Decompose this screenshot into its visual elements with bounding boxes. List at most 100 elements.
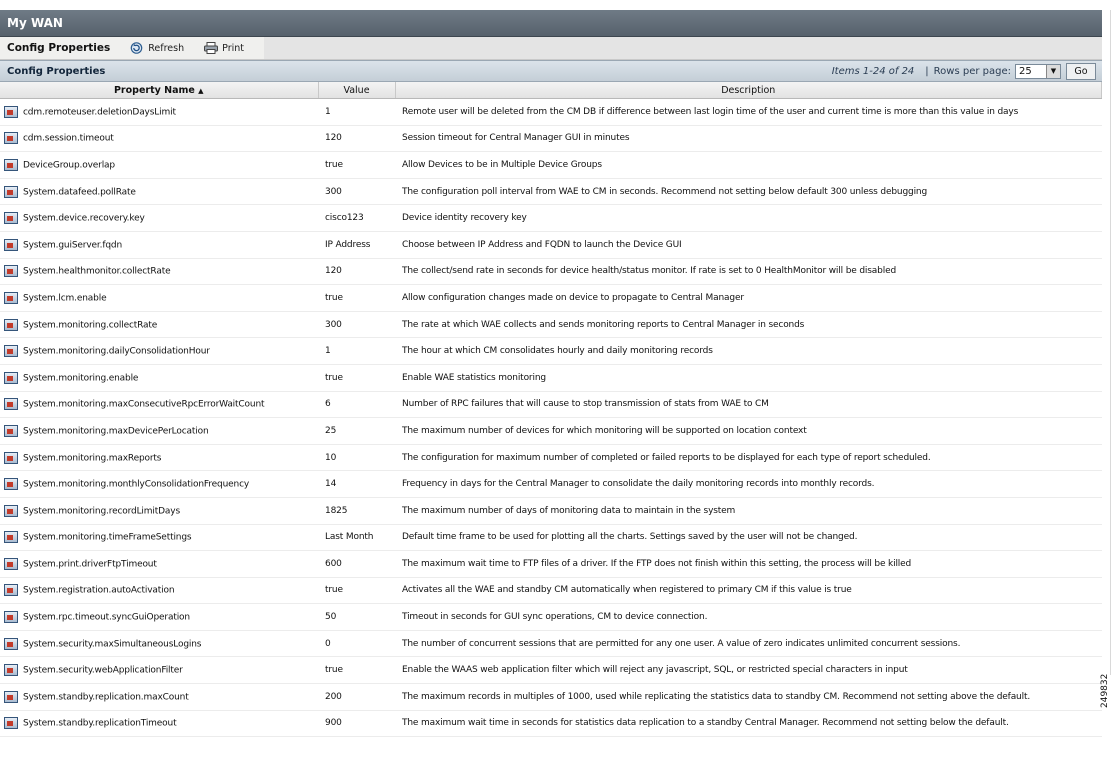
chevron-down-icon[interactable]: ▼ <box>1046 64 1060 78</box>
property-name-cell[interactable]: System.monitoring.dailyConsolidationHour <box>0 337 318 365</box>
property-name: System.standby.replicationTimeout <box>23 718 177 729</box>
table-row[interactable]: DeviceGroup.overlap true Allow Devices to … <box>0 151 1102 179</box>
property-name-cell[interactable]: System.print.driverFtpTimeout <box>0 550 318 578</box>
property-name: System.monitoring.collectRate <box>23 320 158 331</box>
table-row[interactable]: System.datafeed.pollRate 300 The configura… <box>0 178 1102 206</box>
property-icon[interactable] <box>4 584 18 597</box>
column-header-description[interactable]: Description <box>395 82 1102 99</box>
property-icon[interactable] <box>4 132 18 145</box>
column-header-value[interactable]: Value <box>318 82 396 99</box>
table-row[interactable]: System.monitoring.recordLimitDays 1825 The… <box>0 497 1102 525</box>
property-name-cell[interactable]: System.monitoring.maxConsecutiveRpcError… <box>0 391 318 419</box>
table-row[interactable]: System.monitoring.maxReports 10 The config… <box>0 444 1102 472</box>
table-row[interactable]: System.monitoring.maxConsecutiveRpcError… <box>0 391 1102 419</box>
property-name-cell[interactable]: System.monitoring.maxDevicePerLocation <box>0 417 318 445</box>
property-icon[interactable] <box>4 158 18 171</box>
separator: | <box>925 65 929 77</box>
table-row[interactable]: System.standby.replication.maxCount 200 Th… <box>0 683 1102 711</box>
property-name-cell[interactable]: System.standby.replicationTimeout <box>0 710 318 738</box>
property-icon[interactable] <box>4 717 18 730</box>
table-row[interactable]: System.healthmonitor.collectRate 120 The c… <box>0 258 1102 286</box>
table-row[interactable]: System.monitoring.enable true Enable WAE s… <box>0 364 1102 392</box>
table-row[interactable]: System.monitoring.timeFrameSettings Last … <box>0 524 1102 552</box>
property-name-cell[interactable]: System.healthmonitor.collectRate <box>0 258 318 286</box>
property-value: 1 <box>318 337 395 365</box>
property-icon[interactable] <box>4 478 18 491</box>
property-name-cell[interactable]: System.security.maxSimultaneousLogins <box>0 630 318 658</box>
property-icon[interactable] <box>4 690 18 703</box>
property-description: Session timeout for Central Manager GUI … <box>395 125 1102 153</box>
property-name-cell[interactable]: System.monitoring.enable <box>0 364 318 392</box>
property-icon[interactable] <box>4 105 18 118</box>
property-name-cell[interactable]: DeviceGroup.overlap <box>0 151 318 179</box>
table-row[interactable]: cdm.remoteuser.deletionDaysLimit 1 Remote … <box>0 98 1102 126</box>
property-icon[interactable] <box>4 504 18 517</box>
property-name: System.monitoring.enable <box>23 373 139 384</box>
property-icon[interactable] <box>4 265 18 278</box>
table-row[interactable]: cdm.session.timeout 120 Session timeout fo… <box>0 125 1102 153</box>
property-icon[interactable] <box>4 664 18 677</box>
property-description: The maximum records in multiples of 1000… <box>395 683 1102 711</box>
table-row[interactable]: System.registration.autoActivation true Ac… <box>0 577 1102 605</box>
property-icon[interactable] <box>4 531 18 544</box>
property-value: 25 <box>318 417 395 445</box>
table-row[interactable]: System.security.webApplicationFilter true… <box>0 656 1102 685</box>
property-icon[interactable] <box>4 557 18 570</box>
rows-per-page-select[interactable]: 25 ▼ <box>1015 63 1061 79</box>
property-description: The maximum wait time in seconds for sta… <box>395 710 1102 738</box>
property-icon[interactable] <box>4 291 18 304</box>
property-icon[interactable] <box>4 212 18 225</box>
property-icon[interactable] <box>4 238 18 251</box>
print-button[interactable]: Print <box>204 42 244 54</box>
table-row[interactable]: System.standby.replicationTimeout 900 The … <box>0 710 1102 738</box>
property-value: Last Month <box>318 524 395 552</box>
property-icon[interactable] <box>4 637 18 650</box>
property-name-cell[interactable]: System.registration.autoActivation <box>0 577 318 605</box>
property-name-cell[interactable]: System.lcm.enable <box>0 284 318 312</box>
property-icon[interactable] <box>4 318 18 331</box>
go-button[interactable]: Go <box>1066 62 1096 80</box>
property-value: 1 <box>318 98 395 126</box>
property-name-cell[interactable]: System.monitoring.timeFrameSettings <box>0 524 318 552</box>
table-row[interactable]: System.monitoring.maxDevicePerLocation 25… <box>0 417 1102 445</box>
property-name-cell[interactable]: System.monitoring.monthlyConsolidationFr… <box>0 470 318 498</box>
table-row[interactable]: System.lcm.enable true Allow configuration… <box>0 284 1102 312</box>
property-icon[interactable] <box>4 424 18 437</box>
property-name: cdm.remoteuser.deletionDaysLimit <box>23 107 176 118</box>
print-icon <box>204 42 219 54</box>
refresh-button[interactable]: Refresh <box>130 42 184 54</box>
property-name-cell[interactable]: System.monitoring.maxReports <box>0 444 318 472</box>
property-icon[interactable] <box>4 398 18 411</box>
property-icon[interactable] <box>4 185 18 198</box>
property-name-cell[interactable]: System.standby.replication.maxCount <box>0 683 318 711</box>
table-row[interactable]: System.security.maxSimultaneousLogins 0 Th… <box>0 630 1102 658</box>
property-name: DeviceGroup.overlap <box>23 160 115 171</box>
property-name: System.monitoring.monthlyConsolidationFr… <box>23 479 250 490</box>
table-row[interactable]: System.rpc.timeout.syncGuiOperation 50 Tim… <box>0 603 1102 631</box>
property-description: The rate at which WAE collects and sends… <box>395 311 1102 339</box>
property-name-cell[interactable]: System.security.webApplicationFilter <box>0 656 318 685</box>
property-name-cell[interactable]: System.monitoring.collectRate <box>0 311 318 339</box>
table-row[interactable]: System.monitoring.collectRate 300 The rate… <box>0 311 1102 339</box>
property-description: The maximum number of days of monitoring… <box>395 497 1102 525</box>
property-name-cell[interactable]: System.guiServer.fqdn <box>0 231 318 259</box>
property-description: Frequency in days for the Central Manage… <box>395 470 1102 498</box>
property-icon[interactable] <box>4 451 18 464</box>
property-name-cell[interactable]: cdm.remoteuser.deletionDaysLimit <box>0 98 318 126</box>
grid-title: Config Properties <box>7 65 106 77</box>
table-row[interactable]: System.monitoring.dailyConsolidationHour… <box>0 337 1102 365</box>
property-name-cell[interactable]: System.monitoring.recordLimitDays <box>0 497 318 525</box>
property-name-cell[interactable]: System.device.recovery.key <box>0 204 318 232</box>
table-row[interactable]: System.monitoring.monthlyConsolidationFr… <box>0 470 1102 498</box>
table-row[interactable]: System.print.driverFtpTimeout 600 The maxi… <box>0 550 1102 578</box>
property-name-cell[interactable]: System.datafeed.pollRate <box>0 178 318 206</box>
property-icon[interactable] <box>4 611 18 624</box>
property-name-cell[interactable]: System.rpc.timeout.syncGuiOperation <box>0 603 318 631</box>
property-icon[interactable] <box>4 371 18 384</box>
table-row[interactable]: System.device.recovery.key cisco123 Device… <box>0 204 1102 232</box>
table-row[interactable]: System.guiServer.fqdn IP Address Choose be… <box>0 231 1102 259</box>
property-name-cell[interactable]: cdm.session.timeout <box>0 125 318 153</box>
property-description: The configuration for maximum number of … <box>395 444 1102 472</box>
column-header-property-name[interactable]: Property Name ▲ <box>0 82 319 99</box>
property-icon[interactable] <box>4 345 18 358</box>
